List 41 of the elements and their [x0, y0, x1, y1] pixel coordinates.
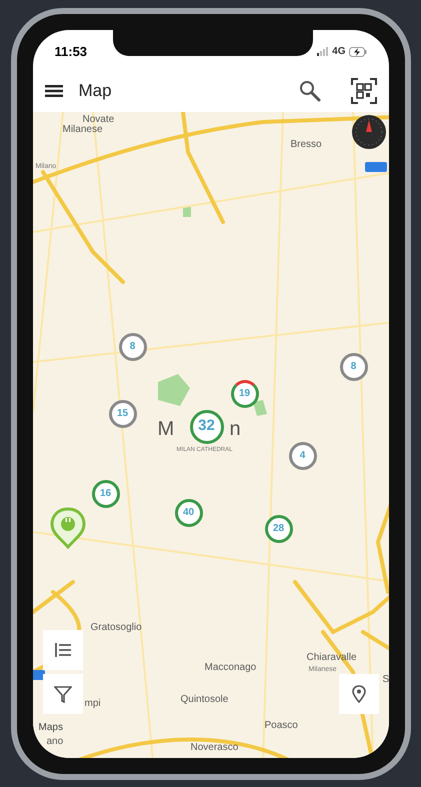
signal-icon [317, 47, 330, 56]
search-icon [298, 80, 320, 102]
cluster-marker[interactable]: 8 [118, 332, 146, 360]
map-place-label: Quintosole [180, 692, 228, 706]
cluster-marker[interactable]: 4 [288, 442, 316, 470]
filter-icon [54, 684, 72, 702]
cluster-marker[interactable]: 28 [264, 514, 292, 542]
list-button[interactable] [42, 630, 82, 670]
cluster-marker[interactable]: 15 [108, 400, 136, 428]
location-pin-button[interactable] [338, 674, 378, 714]
map-place-label: Milanese [62, 122, 103, 136]
menu-icon [44, 84, 62, 96]
map-place-label: Gratosoglio [90, 620, 142, 634]
map-place-label: Macconago [204, 660, 256, 674]
app-title: Map [78, 80, 113, 102]
maps-attribution: Maps [38, 720, 63, 734]
map-place-label: M [158, 416, 176, 442]
charging-station-pin-icon [50, 506, 86, 548]
location-badge [364, 162, 386, 172]
list-icon [54, 642, 72, 658]
cluster-marker[interactable]: 19 [230, 380, 258, 408]
location-pin-icon [352, 684, 366, 702]
map-place-label: n [230, 416, 242, 442]
map-place-label: Bresso [290, 138, 322, 152]
battery-charging-icon [348, 46, 366, 56]
network-type: 4G [332, 45, 346, 59]
map-place-label: mpi [84, 696, 101, 710]
map-place-label: Noverasco [190, 740, 238, 754]
cluster-marker[interactable]: 32 [190, 410, 224, 444]
compass-icon[interactable] [350, 114, 386, 150]
qr-scan-icon [350, 78, 376, 104]
cluster-marker[interactable]: 16 [92, 480, 120, 508]
map-place-label: Poasco [264, 718, 298, 732]
map-place-label: S [382, 672, 388, 686]
map-place-label: ano [46, 734, 64, 748]
filter-button[interactable] [42, 674, 82, 714]
status-time: 11:53 [54, 42, 88, 61]
qr-scan-button[interactable] [348, 76, 378, 106]
cluster-marker[interactable]: 8 [340, 352, 368, 380]
cluster-marker[interactable]: 40 [174, 498, 202, 526]
map-place-label: Novate [82, 112, 114, 124]
